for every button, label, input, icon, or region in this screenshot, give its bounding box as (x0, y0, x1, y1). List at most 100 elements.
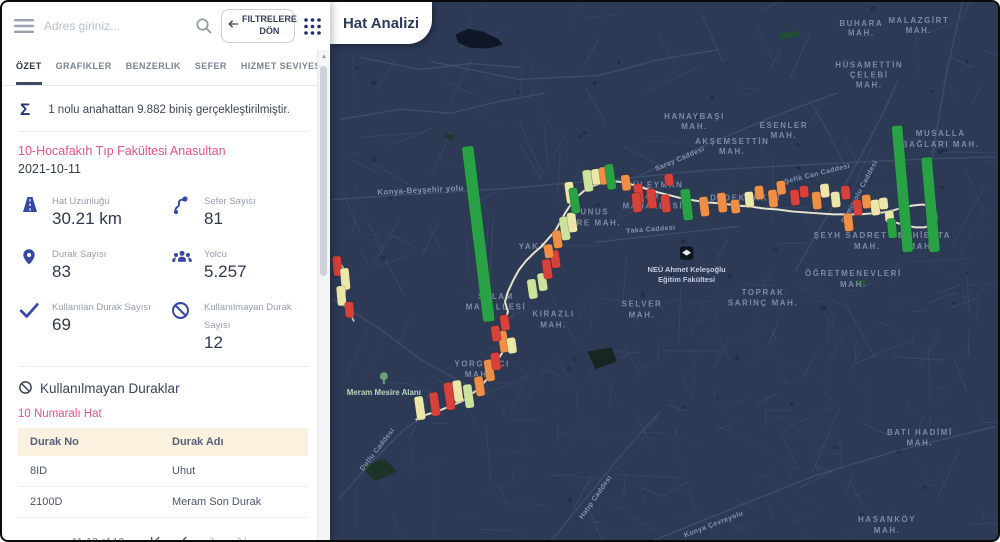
svg-text:MAH.: MAH. (629, 311, 656, 320)
ban-icon (170, 297, 196, 353)
svg-text:MAH.: MAH. (840, 280, 867, 289)
svg-text:Eğitim Fakültesi: Eğitim Fakültesi (658, 275, 715, 284)
svg-text:HASANKÖY: HASANKÖY (858, 515, 916, 524)
route-stop-bar[interactable] (843, 213, 854, 232)
route-stop-bar[interactable] (543, 244, 554, 259)
university-icon (680, 246, 694, 260)
scroll-up-icon[interactable]: ▲ (318, 50, 330, 60)
tab-ozet[interactable]: ÖZET (16, 50, 42, 85)
divider (18, 366, 308, 367)
svg-text:MAH.: MAH. (856, 80, 883, 89)
top-toolbar: FILTRELERE DÖN (2, 2, 330, 50)
route-stop-bar[interactable] (790, 189, 801, 206)
pin-icon (18, 244, 44, 282)
summary-panel: Σ 1 nolu anahattan 9.882 biniş gerçekleş… (2, 86, 330, 542)
page-title-label: Hat Analizi (343, 15, 419, 32)
stat-value: 83 (52, 262, 71, 281)
svg-text:MAH.: MAH. (906, 26, 933, 35)
route-stop-bar[interactable] (490, 325, 501, 342)
tab-benzerlik[interactable]: BENZERLIK (126, 50, 181, 85)
search-icon[interactable] (195, 17, 213, 35)
prev-page-icon[interactable] (172, 531, 196, 542)
stat-line-length: Hat Uzunluğu 30.21 km (18, 191, 170, 229)
stat-label: Durak Sayısı (52, 249, 106, 260)
stat-passengers: Yolcu 5.257 (170, 244, 308, 282)
search-input[interactable] (42, 18, 187, 34)
stats-grid: Hat Uzunluğu 30.21 km Sefer Sayısı 81 Du… (18, 191, 308, 353)
svg-text:TOPRAK: TOPRAK (742, 288, 785, 297)
svg-text:MAH.: MAH. (681, 122, 708, 131)
route-stop-bar[interactable] (344, 301, 354, 318)
svg-text:MAH.: MAH. (719, 147, 746, 156)
route-stop-bar[interactable] (664, 173, 674, 186)
route-stop-bar[interactable] (660, 194, 671, 213)
table-row[interactable]: 2100D Meram Son Durak (18, 487, 308, 518)
stat-value: 69 (52, 315, 71, 334)
last-page-icon[interactable] (230, 531, 254, 542)
stat-stop-count: Durak Sayısı 83 (18, 244, 170, 282)
menu-icon[interactable] (14, 18, 34, 34)
stat-label: Kullanılan Durak Sayısı (52, 302, 151, 313)
svg-text:MUSALLA: MUSALLA (916, 129, 966, 138)
ban-icon (18, 380, 33, 398)
stat-value: 5.257 (204, 262, 247, 281)
route-stop-bar[interactable] (830, 191, 841, 208)
svg-text:BUHARA: BUHARA (839, 19, 883, 28)
route-stop-bar[interactable] (799, 185, 809, 198)
stat-label: Yolcu (204, 249, 227, 260)
route-stop-bar[interactable] (506, 337, 517, 354)
unused-stops-header: Kullanılmayan Duraklar (18, 380, 308, 398)
svg-text:MAH.: MAH. (848, 29, 875, 38)
route-stop-bar[interactable] (820, 183, 830, 198)
route-stop-bar[interactable] (499, 314, 510, 331)
stat-label: Hat Uzunluğu (52, 196, 110, 207)
svg-text:MAH.: MAH. (771, 131, 798, 140)
stat-label: Sefer Sayısı (204, 196, 256, 207)
stat-value: 12 (204, 333, 223, 352)
svg-text:YORGANCI: YORGANCI (454, 359, 509, 368)
boarding-summary: Σ 1 nolu anahattan 9.882 biniş gerçekleş… (18, 86, 308, 131)
svg-text:Meram Mesire Alanı: Meram Mesire Alanı (347, 388, 421, 397)
trip-icon (170, 191, 196, 229)
route-stop-bar[interactable] (730, 199, 741, 214)
route-stop-bar[interactable] (768, 189, 779, 208)
stop-no: 2100D (18, 487, 160, 517)
svg-text:MAHALLESİ: MAHALLESİ (466, 303, 527, 312)
svg-text:MAH.: MAH. (540, 321, 567, 330)
svg-text:SARINÇ MAH.: SARINÇ MAH. (728, 299, 798, 308)
svg-text:YAKA: YAKA (519, 242, 547, 251)
tab-sefer[interactable]: SEFER (195, 50, 227, 85)
svg-text:BAĞLARI MAH.: BAĞLARI MAH. (902, 140, 980, 149)
route-stop-bar[interactable] (620, 174, 631, 191)
table-row[interactable]: 8ID Uhut (18, 456, 308, 487)
svg-text:ÇELEBİ: ÇELEBİ (850, 70, 889, 79)
filters-back-label: FILTRELERE DÖN (242, 14, 297, 37)
stop-name: Meram Son Durak (160, 487, 308, 517)
svg-text:BATI HADİMİ: BATI HADİMİ (887, 428, 953, 437)
svg-text:KIRAZLI: KIRAZLI (532, 310, 574, 319)
passengers-icon (170, 244, 196, 282)
svg-text:ÖĞRETMENEVLERİ: ÖĞRETMENEVLERİ (805, 269, 902, 278)
col-durak-adi: Durak Adı (160, 428, 308, 456)
route-stop-bar[interactable] (878, 197, 888, 210)
filters-back-button[interactable]: FILTRELERE DÖN (221, 9, 295, 42)
divider (18, 131, 308, 132)
route-stop-bar[interactable] (776, 180, 786, 195)
unused-stops-title: Kullanılmayan Duraklar (40, 381, 180, 396)
scrollbar-thumb[interactable] (320, 66, 327, 276)
tab-hizmet-seviyesi[interactable]: HIZMET SEVIYESI (241, 50, 324, 85)
app-window: Konya-Beyşehir yoluSaray CaddesiŞefik Ca… (0, 0, 1000, 542)
route-stop-bar[interactable] (841, 185, 851, 200)
pagination-range-label: 11-12 of 12 (72, 536, 124, 542)
tab-grafikler[interactable]: GRAFIKLER (56, 50, 112, 85)
next-page-icon[interactable] (201, 531, 225, 542)
route-stop-bar[interactable] (852, 199, 863, 216)
route-stop-bar[interactable] (744, 191, 755, 208)
apps-grid-icon[interactable] (303, 17, 322, 36)
first-page-icon[interactable] (143, 531, 167, 542)
back-arrow-icon (227, 18, 239, 34)
route-stop-bar[interactable] (754, 185, 764, 200)
stat-label: Kullanılmayan Durak Sayısı (204, 302, 292, 331)
route-stop-bar[interactable] (887, 218, 898, 239)
sidebar-scrollbar[interactable]: ▲ (317, 50, 330, 540)
